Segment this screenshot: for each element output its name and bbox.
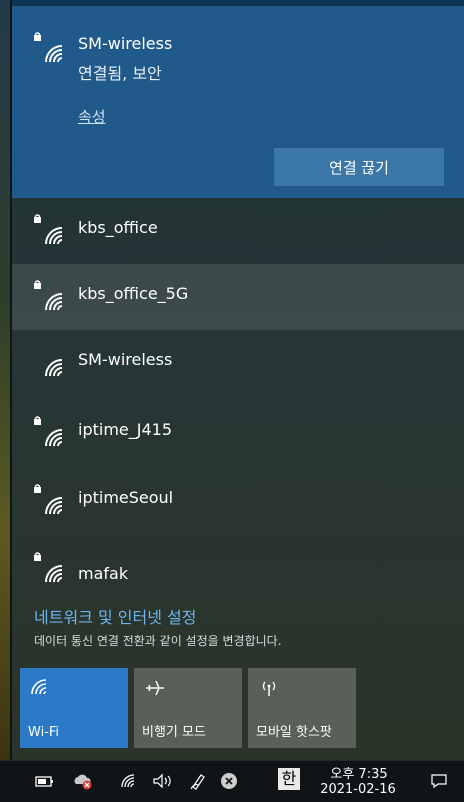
close-circle-icon[interactable] <box>218 770 240 792</box>
network-item-mafak[interactable]: mafak <box>12 538 464 604</box>
wifi-secured-icon <box>32 552 70 586</box>
wifi-tray-icon[interactable] <box>118 770 140 792</box>
wifi-secured-icon <box>32 280 70 314</box>
wifi-secured-icon <box>32 32 70 66</box>
network-item-kbs-office-5g[interactable]: kbs_office_5G <box>12 264 464 330</box>
clock-date[interactable]: 2021-02-16 <box>318 782 398 797</box>
cloud-error-icon[interactable] <box>72 770 94 792</box>
network-flyout: SM-wireless 연결됨, 보안 속성 연결 끊기 kbs_office <box>12 0 464 760</box>
wifi-secured-icon <box>32 484 70 518</box>
wifi-icon <box>32 346 70 380</box>
network-settings-link[interactable]: 네트워크 및 인터넷 설정 <box>34 604 196 628</box>
network-name: iptime_J415 <box>78 420 173 439</box>
connected-network[interactable]: SM-wireless 연결됨, 보안 속성 연결 끊기 <box>12 0 464 198</box>
wifi-secured-icon <box>32 214 70 248</box>
airplane-mode-tile[interactable]: 비행기 모드 <box>134 668 242 748</box>
hotspot-tile-label: 모바일 핫스팟 <box>256 725 332 740</box>
volume-icon[interactable] <box>152 770 174 792</box>
airplane-tile-label: 비행기 모드 <box>142 725 206 740</box>
wifi-tile-label: Wi-Fi <box>28 725 60 740</box>
connected-network-name: SM-wireless <box>78 34 173 53</box>
network-settings-description: 데이터 통신 연결 전환과 같이 설정을 변경합니다. <box>34 634 282 648</box>
network-name: kbs_office_5G <box>78 284 189 303</box>
network-name: iptimeSeoul <box>78 488 174 507</box>
pen-icon[interactable] <box>188 770 210 792</box>
airplane-icon <box>144 678 166 702</box>
network-name: mafak <box>78 564 129 583</box>
network-item-iptime-j415[interactable]: iptime_J415 <box>12 400 464 466</box>
hotspot-icon <box>258 678 280 702</box>
wifi-secured-icon <box>32 416 70 450</box>
properties-link[interactable]: 속성 <box>78 106 106 127</box>
flyout-top-strip <box>12 0 464 6</box>
notification-icon[interactable] <box>428 770 450 792</box>
clock-time[interactable]: 오후 7:35 <box>324 763 394 782</box>
mobile-hotspot-tile[interactable]: 모바일 핫스팟 <box>248 668 356 748</box>
wifi-toggle-tile[interactable]: Wi-Fi <box>20 668 128 748</box>
network-item-kbs-office[interactable]: kbs_office <box>12 198 464 264</box>
network-item-sm-wireless[interactable]: SM-wireless <box>12 330 464 396</box>
network-item-iptimeseoul[interactable]: iptimeSeoul <box>12 468 464 534</box>
ime-language-indicator[interactable]: 한 <box>278 768 300 790</box>
wifi-icon <box>30 678 50 700</box>
network-name: kbs_office <box>78 218 158 237</box>
connected-network-status: 연결됨, 보안 <box>78 64 162 83</box>
network-name: SM-wireless <box>78 350 173 369</box>
disconnect-button[interactable]: 연결 끊기 <box>274 148 444 186</box>
battery-icon[interactable] <box>34 770 56 792</box>
